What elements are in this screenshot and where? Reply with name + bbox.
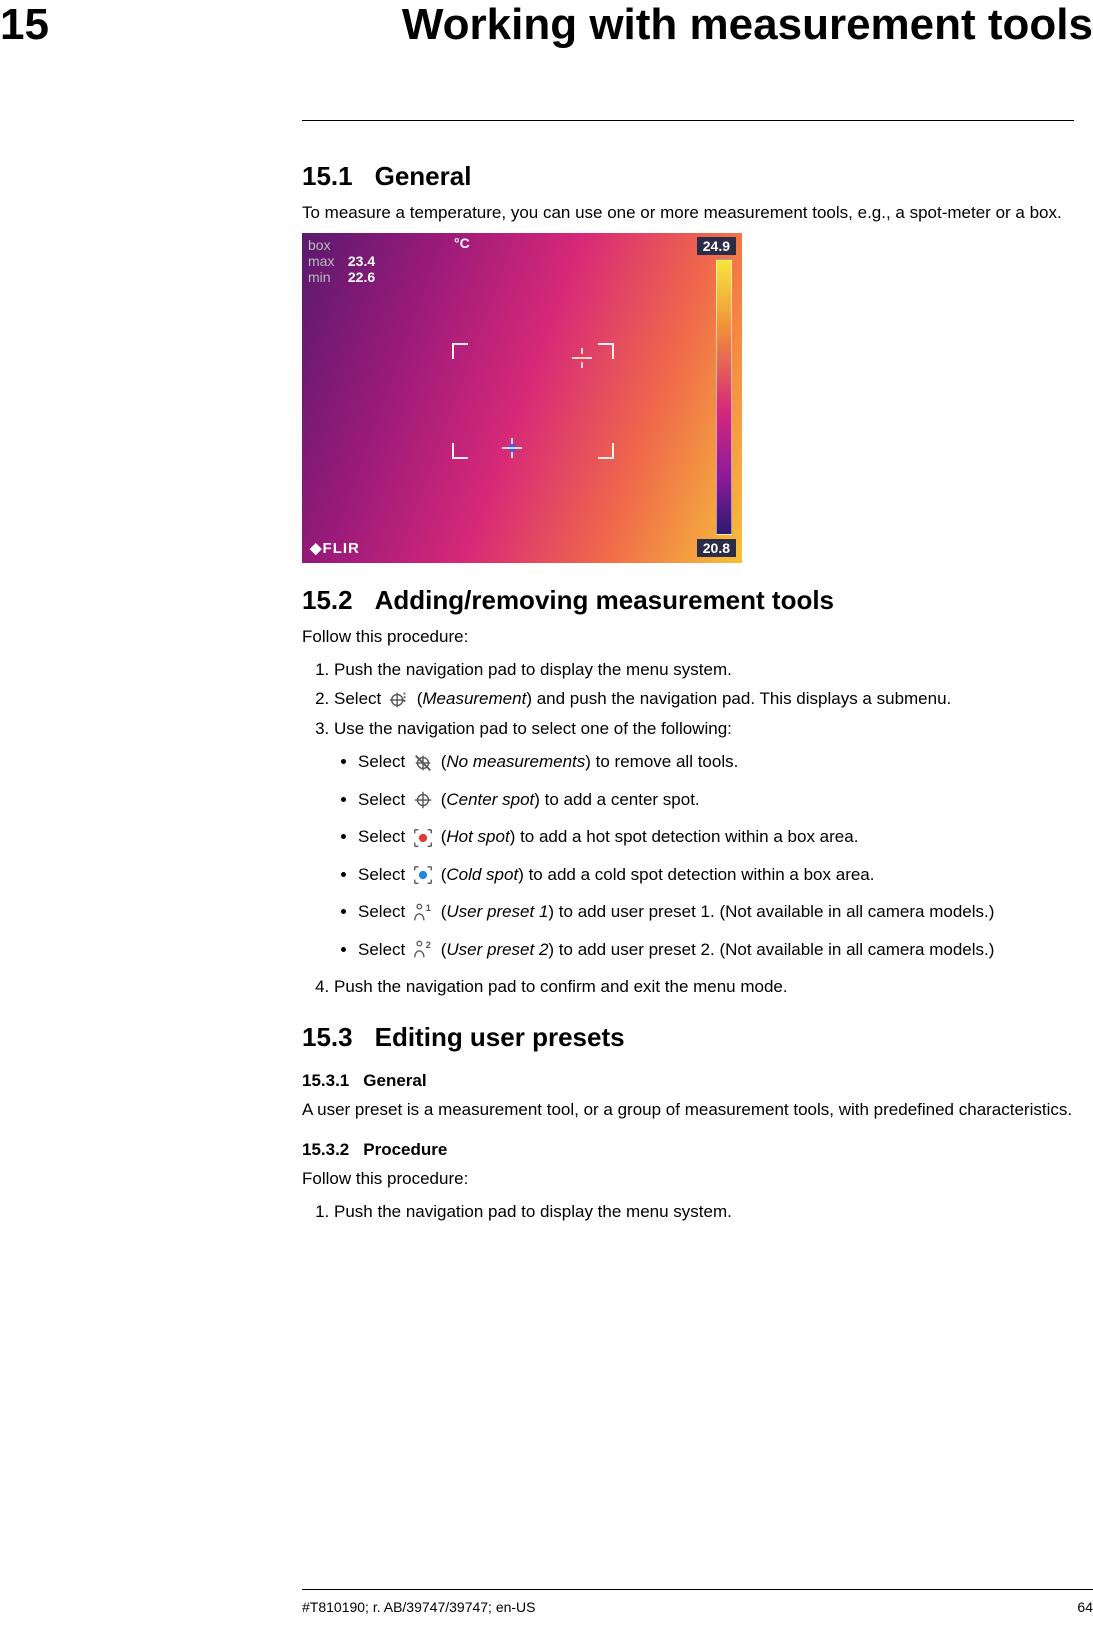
thermal-image: box max 23.4 min 22.6 °C 24.9 20.8 ◆FLIR [302, 233, 742, 563]
option-user-preset-2: Select 2 (User preset 2) to add user pre… [358, 937, 1074, 963]
subsection-number: 15.3.1 [302, 1071, 349, 1091]
section-title: Adding/removing measurement tools [375, 585, 834, 615]
thermal-box-corner [598, 343, 614, 359]
cold-spot-icon [412, 864, 434, 886]
step-1: Push the navigation pad to display the m… [334, 1199, 1074, 1225]
text: ) and push the navigation pad. This disp… [526, 689, 951, 708]
icon-label: User preset 2 [446, 940, 548, 959]
section-title: General [375, 161, 472, 191]
hot-spot-icon [412, 827, 434, 849]
section-15-3-2-steps: Push the navigation pad to display the m… [302, 1199, 1074, 1225]
section-15-1-heading: 15.1 General [302, 161, 1074, 192]
thermal-max-label: max [308, 253, 344, 269]
option-center-spot: Select (Center spot) to add a center spo… [358, 787, 1074, 813]
section-15-3-2-lead: Follow this procedure: [302, 1168, 1074, 1191]
center-spot-icon [412, 789, 434, 811]
option-cold-spot: Select (Cold spot) to add a cold spot de… [358, 862, 1074, 888]
thermal-hotspot-cross [572, 348, 592, 368]
user-preset-1-icon: 1 [412, 902, 434, 924]
icon-label: Center spot [446, 790, 534, 809]
thermal-brand: ◆FLIR [310, 539, 360, 557]
chapter-number: 15 [0, 0, 49, 50]
thermal-max-value: 23.4 [348, 253, 375, 269]
footer-docid: #T810190; r. AB/39747/39747; en-US [302, 1599, 536, 1615]
no-measurements-icon [412, 752, 434, 774]
text: ) to remove all tools. [585, 752, 738, 771]
chapter-title: Working with measurement tools [402, 0, 1093, 50]
svg-text:1: 1 [426, 903, 431, 913]
text: Select [358, 790, 410, 809]
text: Select [358, 865, 410, 884]
step-1: Push the navigation pad to display the m… [334, 657, 1074, 683]
section-15-2-options: Select (No measurements) to remove all t… [302, 749, 1074, 962]
subsection-title: General [363, 1071, 426, 1090]
section-15-3-1-heading: 15.3.1 General [302, 1071, 1074, 1091]
user-preset-2-icon: 2 [412, 939, 434, 961]
thermal-overlay-box: box max 23.4 min 22.6 [302, 233, 444, 291]
step-3: Use the navigation pad to select one of … [334, 716, 1074, 742]
subsection-number: 15.3.2 [302, 1140, 349, 1160]
icon-label: User preset 1 [446, 902, 548, 921]
divider [302, 120, 1074, 121]
step-2: Select (Measurement) and push the naviga… [334, 686, 1074, 712]
option-hot-spot: Select (Hot spot) to add a hot spot dete… [358, 824, 1074, 850]
section-15-2-steps-cont: Push the navigation pad to confirm and e… [302, 974, 1074, 1000]
thermal-min-value: 22.6 [348, 269, 375, 285]
step-4: Push the navigation pad to confirm and e… [334, 974, 1074, 1000]
section-15-2-lead: Follow this procedure: [302, 626, 1074, 649]
subsection-title: Procedure [363, 1140, 447, 1159]
section-number: 15.2 [302, 585, 353, 616]
text: ) to add a center spot. [534, 790, 699, 809]
section-number: 15.1 [302, 161, 353, 192]
svg-text:2: 2 [426, 941, 431, 951]
text: ) to add a cold spot detection within a … [518, 865, 874, 884]
text: Select [358, 827, 410, 846]
footer-page-number: 64 [1077, 1599, 1093, 1615]
thermal-scale-bar [716, 259, 732, 535]
thermal-box-label: box [308, 237, 344, 253]
text: ) to add user preset 1. (Not available i… [548, 902, 994, 921]
measurement-icon [388, 689, 410, 711]
icon-label: Cold spot [446, 865, 518, 884]
thermal-box-corner [452, 443, 468, 459]
option-user-preset-1: Select 1 (User preset 1) to add user pre… [358, 899, 1074, 925]
section-15-3-heading: 15.3 Editing user presets [302, 1022, 1074, 1053]
icon-label: Hot spot [446, 827, 509, 846]
thermal-scale-top: 24.9 [697, 237, 736, 255]
section-15-3-1-body: A user preset is a measurement tool, or … [302, 1099, 1074, 1122]
text: ) to add user preset 2. (Not available i… [548, 940, 994, 959]
thermal-coldspot-cross [502, 438, 522, 458]
section-title: Editing user presets [375, 1022, 625, 1052]
icon-label: No measurements [446, 752, 585, 771]
icon-label: Measurement [422, 689, 526, 708]
text: Select [358, 940, 410, 959]
thermal-box-corner [452, 343, 468, 359]
section-number: 15.3 [302, 1022, 353, 1053]
section-15-2-steps: Push the navigation pad to display the m… [302, 657, 1074, 742]
text: Select [334, 689, 386, 708]
section-15-2-heading: 15.2 Adding/removing measurement tools [302, 585, 1074, 616]
thermal-scale-bottom: 20.8 [697, 539, 736, 557]
thermal-unit: °C [454, 235, 470, 251]
section-15-3-2-heading: 15.3.2 Procedure [302, 1140, 1074, 1160]
content-column: 15.1 General To measure a temperature, yo… [302, 120, 1074, 1232]
footer-divider [302, 1589, 1093, 1590]
thermal-min-label: min [308, 269, 344, 285]
text: Select [358, 752, 410, 771]
option-no-measurements: Select (No measurements) to remove all t… [358, 749, 1074, 775]
section-15-1-intro: To measure a temperature, you can use on… [302, 202, 1074, 225]
text: Select [358, 902, 410, 921]
thermal-box-corner [598, 443, 614, 459]
text: ) to add a hot spot detection within a b… [510, 827, 859, 846]
